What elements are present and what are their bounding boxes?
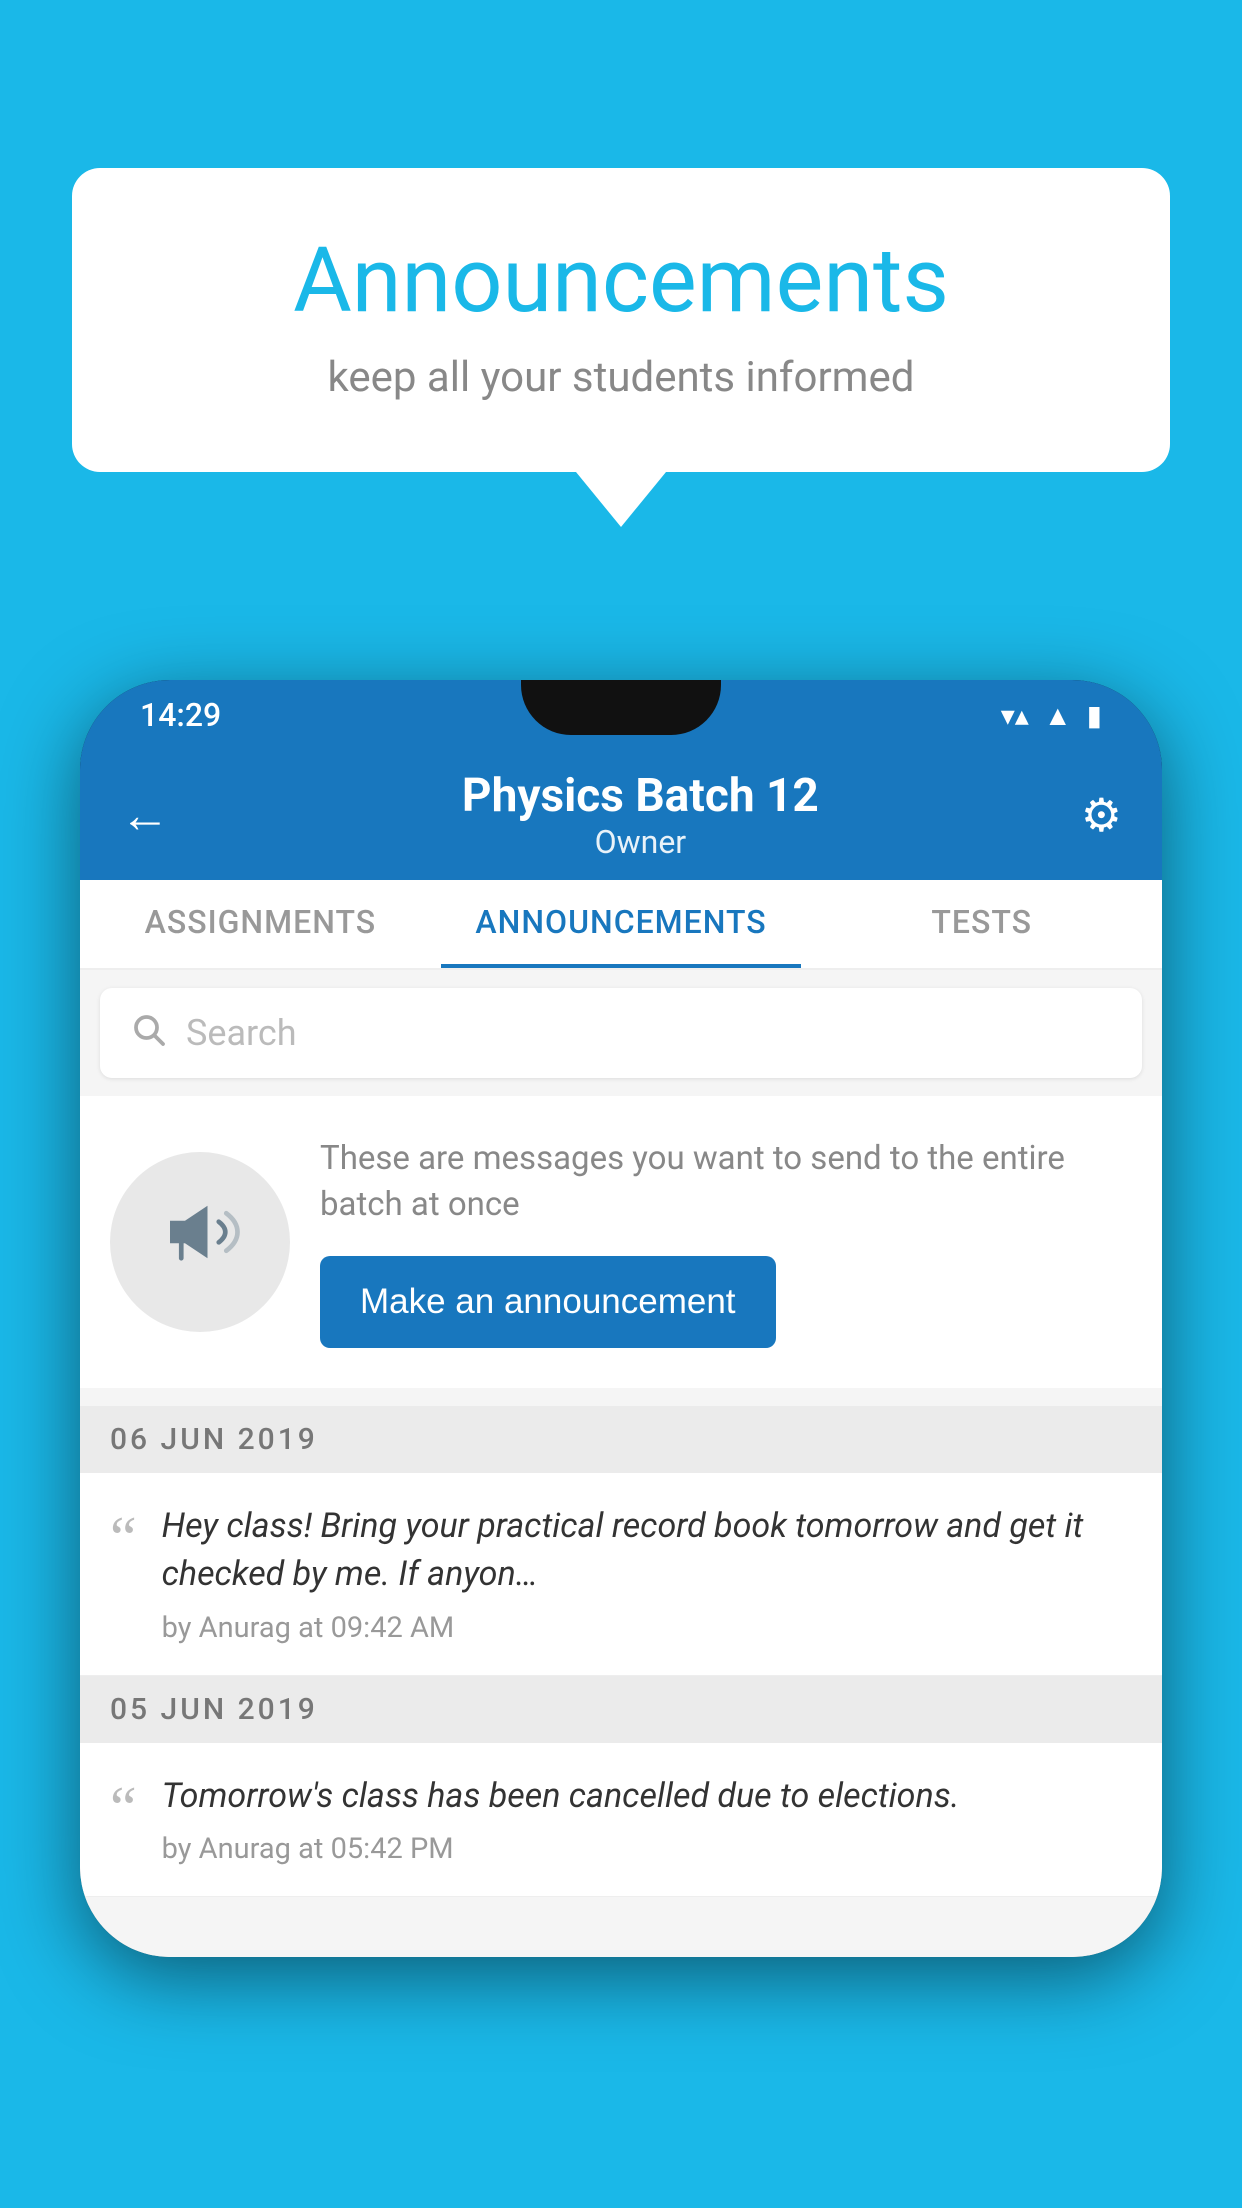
- wifi-icon: ▾▴: [1001, 699, 1029, 732]
- tab-tests[interactable]: TESTS: [801, 880, 1162, 968]
- make-announcement-button[interactable]: Make an announcement: [320, 1256, 776, 1348]
- status-time: 14:29: [140, 696, 221, 734]
- intro-description: These are messages you want to send to t…: [320, 1136, 1132, 1228]
- announcement-content-1: Hey class! Bring your practical record b…: [162, 1503, 1132, 1644]
- status-bar: 14:29 ▾▴ ▲ ▮: [80, 680, 1162, 750]
- settings-button[interactable]: ⚙: [1081, 788, 1122, 843]
- search-icon: [130, 1010, 166, 1057]
- phone-screen: 14:29 ▾▴ ▲ ▮ ← Physics Batch 12 Owner ⚙: [80, 680, 1162, 1957]
- app-bar: ← Physics Batch 12 Owner ⚙: [80, 750, 1162, 880]
- intro-icon-circle: [110, 1152, 290, 1332]
- signal-icon: ▲: [1044, 699, 1072, 732]
- phone-bottom-space: [80, 1897, 1162, 1957]
- battery-icon: ▮: [1087, 699, 1102, 732]
- announcement-item-1: “ Hey class! Bring your practical record…: [80, 1473, 1162, 1675]
- announcement-meta-2: by Anurag at 05:42 PM: [162, 1832, 960, 1866]
- search-placeholder: Search: [186, 1012, 297, 1054]
- announcement-item-2: “ Tomorrow's class has been cancelled du…: [80, 1743, 1162, 1898]
- bubble-title: Announcements: [152, 228, 1090, 333]
- announcement-text-2: Tomorrow's class has been cancelled due …: [162, 1773, 960, 1821]
- phone-wrapper: 14:29 ▾▴ ▲ ▮ ← Physics Batch 12 Owner ⚙: [80, 680, 1162, 2208]
- announcement-text-1: Hey class! Bring your practical record b…: [162, 1503, 1132, 1598]
- notch: [521, 680, 721, 735]
- intro-right: These are messages you want to send to t…: [320, 1136, 1132, 1348]
- announcement-meta-1: by Anurag at 09:42 AM: [162, 1611, 1132, 1645]
- status-icons: ▾▴ ▲ ▮: [1001, 699, 1102, 732]
- app-bar-title: Physics Batch 12: [200, 769, 1081, 823]
- bubble-arrow: [576, 472, 666, 527]
- date-separator-1: 06 JUN 2019: [80, 1406, 1162, 1473]
- content-area: Search: [80, 970, 1162, 1957]
- speech-bubble: Announcements keep all your students inf…: [72, 168, 1170, 472]
- quote-icon-1: “: [110, 1508, 137, 1568]
- search-bar[interactable]: Search: [100, 988, 1142, 1078]
- tab-assignments[interactable]: ASSIGNMENTS: [80, 880, 441, 968]
- speech-bubble-container: Announcements keep all your students inf…: [72, 168, 1170, 527]
- bubble-subtitle: keep all your students informed: [152, 353, 1090, 402]
- phone-device: 14:29 ▾▴ ▲ ▮ ← Physics Batch 12 Owner ⚙: [80, 680, 1162, 1957]
- intro-card: These are messages you want to send to t…: [80, 1096, 1162, 1388]
- app-bar-title-area: Physics Batch 12 Owner: [200, 769, 1081, 861]
- tab-announcements[interactable]: ANNOUNCEMENTS: [441, 880, 802, 968]
- app-bar-subtitle: Owner: [200, 823, 1081, 861]
- megaphone-icon: [155, 1187, 245, 1297]
- back-button[interactable]: ←: [120, 786, 170, 845]
- tabs-bar: ASSIGNMENTS ANNOUNCEMENTS TESTS: [80, 880, 1162, 970]
- quote-icon-2: “: [110, 1778, 137, 1838]
- date-separator-2: 05 JUN 2019: [80, 1676, 1162, 1743]
- announcement-content-2: Tomorrow's class has been cancelled due …: [162, 1773, 960, 1867]
